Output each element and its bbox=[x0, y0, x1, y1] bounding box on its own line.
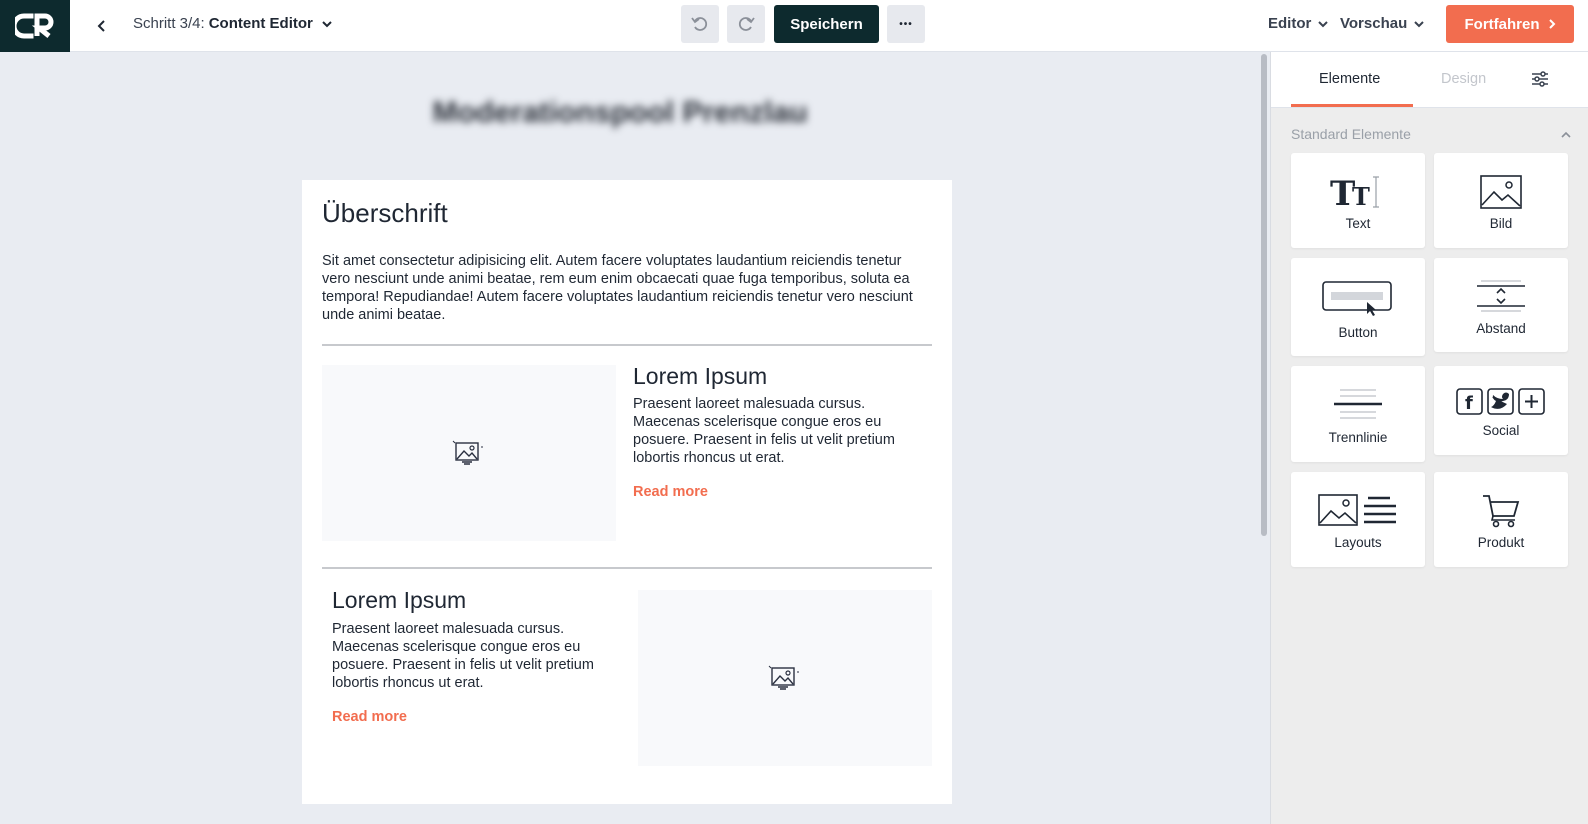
tab-elements[interactable]: Elemente bbox=[1319, 71, 1380, 87]
article-text[interactable]: Praesent laoreet malesuada cursus. Maece… bbox=[633, 395, 923, 467]
intro-text[interactable]: Sit amet consectetur adipisicing elit. A… bbox=[322, 252, 932, 324]
button-element-icon bbox=[1322, 281, 1392, 316]
continue-label: Fortfahren bbox=[1464, 15, 1540, 33]
svg-text:f: f bbox=[1465, 393, 1473, 414]
svg-text:T: T bbox=[1352, 182, 1370, 209]
redo-icon bbox=[738, 17, 755, 31]
scrollbar-thumb[interactable] bbox=[1261, 54, 1267, 536]
element-label: Trennlinie bbox=[1328, 430, 1388, 445]
step-title: Content Editor bbox=[208, 15, 313, 32]
active-tab-indicator bbox=[1291, 104, 1413, 107]
editor-dropdown[interactable]: Editor bbox=[1268, 15, 1329, 32]
element-label: Layouts bbox=[1334, 535, 1382, 550]
image-placeholder-icon bbox=[452, 440, 483, 465]
chevron-up-icon bbox=[1561, 131, 1571, 138]
element-button[interactable]: Button bbox=[1291, 258, 1425, 356]
preview-label: Vorschau bbox=[1340, 15, 1408, 32]
undo-icon bbox=[691, 17, 708, 31]
divider-element-icon bbox=[1334, 389, 1382, 419]
chevron-down-icon bbox=[1414, 20, 1424, 27]
step-selector[interactable]: Schritt 3/4: Content Editor bbox=[133, 15, 333, 32]
more-icon: ••• bbox=[899, 18, 913, 30]
redo-button[interactable] bbox=[727, 5, 765, 43]
undo-button[interactable] bbox=[681, 5, 719, 43]
element-product[interactable]: Produkt bbox=[1434, 472, 1568, 567]
step-prefix: Schritt 3/4: bbox=[133, 15, 205, 32]
element-spacer[interactable]: Abstand bbox=[1434, 258, 1568, 352]
element-label: Text bbox=[1345, 216, 1371, 231]
element-divider[interactable]: Trennlinie bbox=[1291, 366, 1425, 462]
settings-button[interactable] bbox=[1529, 68, 1551, 90]
editor-label: Editor bbox=[1268, 15, 1312, 32]
read-more-link[interactable]: Read more bbox=[633, 484, 708, 500]
elements-sidebar: Elemente Design Standard Elemente T T Te… bbox=[1270, 52, 1588, 824]
element-layouts[interactable]: Layouts bbox=[1291, 472, 1425, 567]
chevron-left-icon bbox=[97, 20, 105, 32]
spacer-element-icon bbox=[1477, 280, 1525, 312]
element-label: Bild bbox=[1489, 216, 1513, 231]
article-text[interactable]: Praesent laoreet malesuada cursus. Maece… bbox=[332, 620, 622, 692]
social-element-icon: f bbox=[1456, 388, 1545, 415]
read-more-link[interactable]: Read more bbox=[332, 709, 407, 725]
element-label: Produkt bbox=[1477, 535, 1525, 550]
collapse-section-button[interactable] bbox=[1559, 128, 1573, 142]
tab-design[interactable]: Design bbox=[1441, 71, 1486, 87]
content-heading[interactable]: Überschrift bbox=[322, 198, 448, 229]
canvas-scrollbar[interactable] bbox=[1258, 52, 1270, 824]
cart-icon bbox=[1483, 495, 1520, 528]
sidebar-tabs: Elemente Design bbox=[1271, 52, 1588, 108]
chevron-down-icon bbox=[1318, 20, 1329, 27]
chevron-down-icon bbox=[322, 20, 332, 27]
element-label: Abstand bbox=[1476, 321, 1526, 336]
section-title: Standard Elemente bbox=[1291, 126, 1411, 142]
image-placeholder[interactable] bbox=[638, 590, 932, 766]
back-button[interactable] bbox=[92, 14, 112, 38]
logo-icon[interactable] bbox=[0, 0, 70, 52]
email-content[interactable]: Überschrift Sit amet consectetur adipisi… bbox=[302, 180, 952, 804]
preview-dropdown[interactable]: Vorschau bbox=[1340, 15, 1425, 32]
divider[interactable] bbox=[322, 567, 932, 569]
divider[interactable] bbox=[322, 344, 932, 346]
newsletter-title: Moderationspool Prenzlau bbox=[432, 96, 808, 129]
element-social[interactable]: f Social bbox=[1434, 366, 1568, 455]
element-image[interactable]: Bild bbox=[1434, 153, 1568, 248]
chevron-right-icon bbox=[1548, 19, 1555, 29]
element-text[interactable]: T T Text bbox=[1291, 153, 1425, 248]
element-label: Button bbox=[1338, 325, 1378, 340]
layouts-element-icon bbox=[1318, 494, 1396, 526]
element-label: Social bbox=[1482, 423, 1520, 438]
image-placeholder-icon bbox=[768, 665, 799, 690]
text-element-icon: T T bbox=[1330, 174, 1379, 209]
article-title[interactable]: Lorem Ipsum bbox=[633, 363, 767, 390]
article-title[interactable]: Lorem Ipsum bbox=[332, 587, 466, 614]
image-element-icon bbox=[1480, 175, 1522, 209]
continue-button[interactable]: Fortfahren bbox=[1446, 5, 1574, 43]
image-placeholder[interactable] bbox=[322, 365, 616, 541]
more-options-button[interactable]: ••• bbox=[887, 5, 925, 43]
top-bar: Schritt 3/4: Content Editor Speichern ••… bbox=[0, 0, 1588, 52]
settings-sliders-icon bbox=[1532, 71, 1548, 87]
save-button[interactable]: Speichern bbox=[774, 5, 879, 43]
